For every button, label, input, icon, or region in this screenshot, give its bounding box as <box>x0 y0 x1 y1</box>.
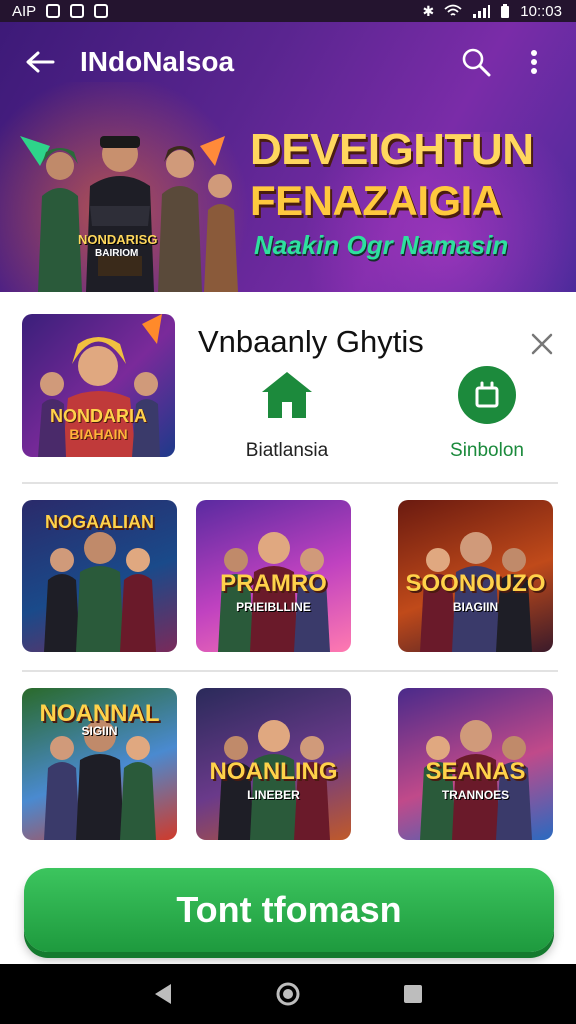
more-vert-icon <box>531 50 537 74</box>
hero-title-line2: FENAZAIGIA <box>250 177 502 224</box>
game-tile-subcaption: SIGIIN <box>81 724 118 738</box>
character-body <box>120 574 156 652</box>
character-head <box>460 532 492 564</box>
app-title: INdoNalsoa <box>80 46 235 77</box>
primary-cta-button[interactable]: Tont tfomasn <box>24 868 554 952</box>
search-button[interactable] <box>454 40 498 84</box>
character-head <box>426 736 450 760</box>
character-body <box>76 754 124 840</box>
nav-back-icon <box>154 984 171 1004</box>
nav-back-button[interactable] <box>143 974 183 1014</box>
game-tile-4[interactable]: NOANNAL SIGIIN <box>22 688 177 840</box>
featured-game-thumbnail[interactable]: NONDARIA BIAHAIN <box>22 314 175 457</box>
featured-game-name: Vnbaanly Ghytis <box>198 324 424 359</box>
game-tile-6[interactable]: SEANAS TRANNOES <box>398 688 553 840</box>
status-time: 10::03 <box>520 2 562 20</box>
character-head <box>502 736 526 760</box>
game-tile-caption: NOGAALIAN <box>45 512 154 532</box>
character-head <box>126 736 150 760</box>
nav-home-icon <box>276 982 300 1006</box>
hero-badge-subtitle: BAIRIOM <box>95 248 139 259</box>
divider-middle <box>22 670 558 672</box>
status-left: AIP <box>12 2 109 20</box>
character-head <box>224 548 248 572</box>
nav-recents-icon <box>404 985 423 1003</box>
game-tile-subcaption: BIAGIIN <box>452 600 499 614</box>
character-head <box>224 736 248 760</box>
close-icon <box>531 333 553 355</box>
game-tile-caption: SEANAS <box>425 758 526 785</box>
featured-game-card: NONDARIA BIAHAIN Vnbaanly Ghytis Biatlan… <box>0 292 576 484</box>
hero-banner: INdoNalsoa NONDARISG BAIRIOM DEVEIGHTUN … <box>0 22 576 292</box>
character-head <box>50 548 74 572</box>
character-head <box>460 720 492 752</box>
system-nav-bar <box>0 964 576 1024</box>
character-head <box>126 548 150 572</box>
wifi-icon <box>444 4 462 16</box>
signal-icon <box>473 5 491 18</box>
back-arrow-icon <box>26 51 55 73</box>
search-icon <box>462 48 491 77</box>
character-head <box>258 720 290 752</box>
gallery-icon <box>70 4 85 18</box>
bluetooth-icon: ✱ <box>422 3 435 19</box>
more-menu-button[interactable] <box>512 40 556 84</box>
game-tile-caption: NOANLING <box>209 758 338 785</box>
back-button[interactable] <box>20 42 60 82</box>
status-right: ✱ 10::03 <box>423 3 562 20</box>
carrier-label: AIP <box>12 2 37 20</box>
game-tile-1[interactable]: NOGAALIAN <box>22 500 177 652</box>
character-head <box>84 532 116 564</box>
game-tile-caption: PRAMRO <box>220 570 327 597</box>
character-body <box>76 566 124 652</box>
game-tile-2[interactable]: PRAMRO PRIEIBLLINE <box>196 500 351 652</box>
battery-icon <box>501 3 510 18</box>
nav-home-button[interactable] <box>268 974 308 1014</box>
app-screen: AIP ✱ 10::03 INdoNalsoa NONDARISG BAIRIO… <box>0 0 576 1024</box>
featured-thumb-subcaption: BIAHAIN <box>69 426 128 442</box>
game-tile-3[interactable]: SOONOUZO BIAGIIN <box>398 500 553 652</box>
game-tile-5[interactable]: NOANLING LINEBER <box>196 688 351 840</box>
share-icon <box>475 381 499 408</box>
character-body <box>44 574 80 652</box>
app-bar: INdoNalsoa <box>0 22 576 102</box>
nav-recents-button[interactable] <box>393 974 433 1014</box>
close-button[interactable] <box>524 326 560 362</box>
game-tile-subcaption: TRANNOES <box>441 788 510 802</box>
home-action-label: Biatlansia <box>245 440 329 461</box>
character-head <box>258 532 290 564</box>
home-action-button[interactable]: Biatlansia <box>232 366 342 462</box>
hero-title-line1: DEVEIGHTUN <box>250 125 534 174</box>
home-icon <box>262 372 312 418</box>
share-action-icon-wrap <box>458 366 516 424</box>
character-head <box>300 736 324 760</box>
share-action-label: Sinbolon <box>450 440 524 461</box>
character-head <box>426 548 450 572</box>
hero-subtitle: Naakin Ogr Namasin <box>254 230 509 260</box>
hero-characters-art <box>20 136 238 292</box>
message-icon <box>94 4 109 18</box>
hero-badge-title: NONDARISG <box>78 232 158 247</box>
home-action-icon-wrap <box>258 366 316 424</box>
game-tile-subcaption: LINEBER <box>247 788 300 802</box>
game-tile-caption: SOONOUZO <box>405 570 546 597</box>
character-body <box>120 762 156 840</box>
featured-thumb-caption: NONDARIA <box>50 406 147 426</box>
game-tile-subcaption: PRIEIBLLINE <box>236 600 311 614</box>
share-action-button[interactable]: Sinbolon <box>432 366 542 462</box>
character-head <box>300 548 324 572</box>
character-head <box>502 548 526 572</box>
status-bar: AIP ✱ 10::03 <box>0 0 576 22</box>
character-body <box>44 762 80 840</box>
divider-top <box>22 482 558 484</box>
character-head <box>50 736 74 760</box>
sim-icon <box>46 4 61 18</box>
